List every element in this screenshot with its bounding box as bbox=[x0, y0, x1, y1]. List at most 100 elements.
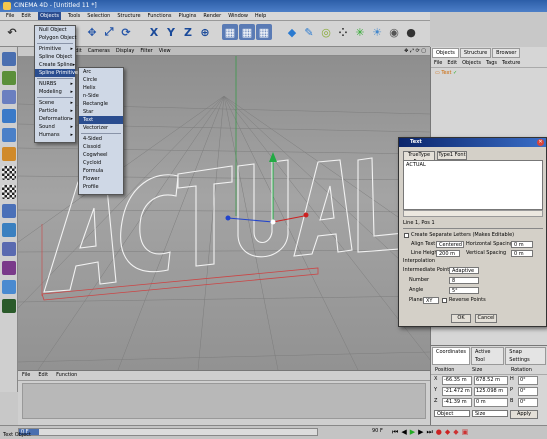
menu-window[interactable]: Window bbox=[228, 12, 248, 20]
timeline-menu-file[interactable]: File bbox=[22, 371, 30, 380]
rotate-tool-icon[interactable]: ⟳ bbox=[118, 24, 134, 40]
pen-icon[interactable]: ✎ bbox=[301, 24, 317, 40]
undo-icon[interactable]: ↶ bbox=[4, 24, 20, 40]
soft-selection-icon[interactable] bbox=[2, 299, 16, 313]
hspace-field[interactable]: 0 m bbox=[511, 241, 533, 248]
objects-menu-item[interactable]: Primitive ▸ bbox=[35, 45, 75, 53]
menu-help[interactable]: Help bbox=[255, 12, 266, 20]
menu-selection[interactable]: Selection bbox=[87, 12, 110, 20]
tab-snap-settings[interactable]: Snap Settings bbox=[505, 347, 546, 365]
objects-menu-item[interactable]: Spline Object bbox=[35, 53, 75, 61]
tab-browser[interactable]: Browser bbox=[492, 48, 521, 58]
brush-icon[interactable] bbox=[2, 223, 16, 237]
paint-icon[interactable] bbox=[2, 261, 16, 275]
spline-menu-item[interactable]: Arc bbox=[79, 68, 123, 76]
spline-menu-item[interactable]: Helix bbox=[79, 84, 123, 92]
coord-pos-field[interactable]: -21.472 m bbox=[442, 387, 472, 396]
spline-menu-item[interactable]: Vectorizer bbox=[79, 124, 123, 132]
points-mode-icon[interactable] bbox=[2, 109, 16, 123]
coord-pos-field[interactable]: -41.39 m bbox=[442, 398, 472, 407]
render-view-icon[interactable]: ▦ bbox=[222, 24, 238, 40]
array-icon[interactable]: ⁘ bbox=[335, 24, 351, 40]
dialog-close-icon[interactable]: ✕ bbox=[537, 139, 544, 146]
spline-menu-item[interactable]: Profile bbox=[79, 183, 123, 191]
coord-rot-field[interactable]: 0° bbox=[518, 398, 538, 407]
tab-active-tool[interactable]: Active Tool bbox=[471, 347, 505, 365]
size-mode-select[interactable]: Size bbox=[472, 410, 508, 417]
menu-edit[interactable]: Edit bbox=[21, 12, 31, 20]
z-axis-icon[interactable]: Z bbox=[180, 24, 196, 40]
coord-mode-select[interactable]: Object bbox=[434, 410, 470, 417]
viewport-menu-cameras[interactable]: Cameras bbox=[88, 47, 110, 55]
y-axis-icon[interactable]: Y bbox=[163, 24, 179, 40]
plane-select[interactable]: XY bbox=[423, 297, 439, 304]
coord-size-field[interactable]: 125.098 m bbox=[474, 387, 508, 396]
objects-menu-item[interactable]: Polygon Object bbox=[35, 34, 77, 42]
angle-field[interactable]: 5° bbox=[449, 287, 479, 294]
tab-structure[interactable]: Structure bbox=[459, 48, 492, 58]
menu-plugins[interactable]: Plugins bbox=[178, 12, 196, 20]
cancel-button[interactable]: Cancel bbox=[475, 314, 497, 323]
viewport-menu-filter[interactable]: Filter bbox=[140, 47, 152, 55]
spline-menu-item[interactable]: n-Side bbox=[79, 92, 123, 100]
tab-coordinates[interactable]: Coordinates bbox=[432, 347, 471, 365]
checker-icon[interactable] bbox=[2, 166, 16, 180]
menu-functions[interactable]: Functions bbox=[148, 12, 172, 20]
menu-render[interactable]: Render bbox=[203, 12, 221, 20]
object-list-item[interactable]: ▭ Text ✓ bbox=[431, 68, 547, 79]
objects-menu-item[interactable]: Null Object bbox=[35, 26, 75, 34]
objects-menu-item[interactable]: Humans ▸ bbox=[35, 131, 75, 139]
coord-size-field[interactable]: 678.52 m bbox=[474, 376, 508, 385]
coord-rot-field[interactable]: 0° bbox=[518, 387, 538, 396]
tab-objects[interactable]: Objects bbox=[432, 48, 459, 58]
separate-letters-checkbox[interactable] bbox=[404, 233, 409, 238]
key-settings-icon[interactable]: ◆ bbox=[453, 427, 458, 437]
timeline-track-area[interactable] bbox=[22, 383, 426, 419]
apply-button[interactable]: Apply bbox=[510, 410, 538, 419]
record-icon[interactable]: ● bbox=[436, 427, 442, 437]
lineheight-field[interactable]: 200 m bbox=[436, 250, 460, 257]
objects-menu-item[interactable]: Spline Primitive▸ bbox=[35, 69, 81, 77]
texture-mode-icon[interactable] bbox=[2, 90, 16, 104]
om-menu-objects[interactable]: Objects bbox=[462, 59, 481, 67]
om-menu-file[interactable]: File bbox=[434, 59, 442, 67]
scale-tool-icon[interactable]: ⤢ bbox=[101, 24, 117, 40]
prev-frame-icon[interactable]: ◀ bbox=[401, 427, 406, 437]
go-end-icon[interactable]: ⏭ bbox=[426, 427, 432, 437]
play-icon[interactable]: ▶ bbox=[410, 427, 415, 437]
x-axis-icon[interactable]: X bbox=[146, 24, 162, 40]
render-settings-icon[interactable]: ▦ bbox=[256, 24, 272, 40]
polygons-mode-icon[interactable] bbox=[2, 147, 16, 161]
om-menu-texture[interactable]: Texture bbox=[502, 59, 520, 67]
objects-menu-item[interactable]: Modeling ▸ bbox=[35, 88, 75, 96]
objects-menu-item[interactable]: Deformation ▸ bbox=[35, 115, 75, 123]
objects-menu-item[interactable]: Create Spline ▸ bbox=[35, 61, 75, 69]
visibility-dots-icon[interactable]: ✓ bbox=[453, 70, 457, 76]
checker-2-icon[interactable] bbox=[2, 185, 16, 199]
spline-menu-item[interactable]: Formula bbox=[79, 167, 123, 175]
menu-structure[interactable]: Structure bbox=[117, 12, 140, 20]
ok-button[interactable]: OK bbox=[451, 314, 471, 323]
light-icon[interactable]: ● bbox=[403, 24, 419, 40]
menu-objects[interactable]: Objects bbox=[38, 12, 61, 20]
coord-size-field[interactable]: 0 m bbox=[474, 398, 508, 407]
text-input-area[interactable]: ACTUAL bbox=[403, 160, 543, 210]
objects-menu-item[interactable]: NURBS ▸ bbox=[35, 80, 75, 88]
move-tool-icon[interactable]: ✥ bbox=[84, 24, 100, 40]
keyframe-icon[interactable]: ◆ bbox=[445, 427, 450, 437]
menu-tools[interactable]: Tools bbox=[68, 12, 80, 20]
object-mode-icon[interactable] bbox=[2, 71, 16, 85]
next-frame-icon[interactable]: ▶ bbox=[418, 427, 423, 437]
viewport-menu-view[interactable]: View bbox=[159, 47, 171, 55]
spline-menu-item[interactable]: Cogwheel bbox=[79, 151, 123, 159]
model-mode-icon[interactable] bbox=[2, 52, 16, 66]
go-start-icon[interactable]: ⏮ bbox=[392, 427, 398, 437]
viewport-nav-icons[interactable]: ✥ ⤢ ⟳ ▢ bbox=[404, 47, 430, 55]
reverse-points-checkbox[interactable] bbox=[442, 298, 447, 303]
spline-menu-item[interactable]: Circle bbox=[79, 76, 123, 84]
objects-menu-item[interactable]: Particle ▸ bbox=[35, 107, 75, 115]
align-select[interactable]: Centered bbox=[436, 241, 464, 248]
spline-menu-item[interactable]: Rectangle bbox=[79, 100, 123, 108]
cube-icon[interactable]: ◆ bbox=[284, 24, 300, 40]
deformer-icon[interactable]: ✳ bbox=[352, 24, 368, 40]
